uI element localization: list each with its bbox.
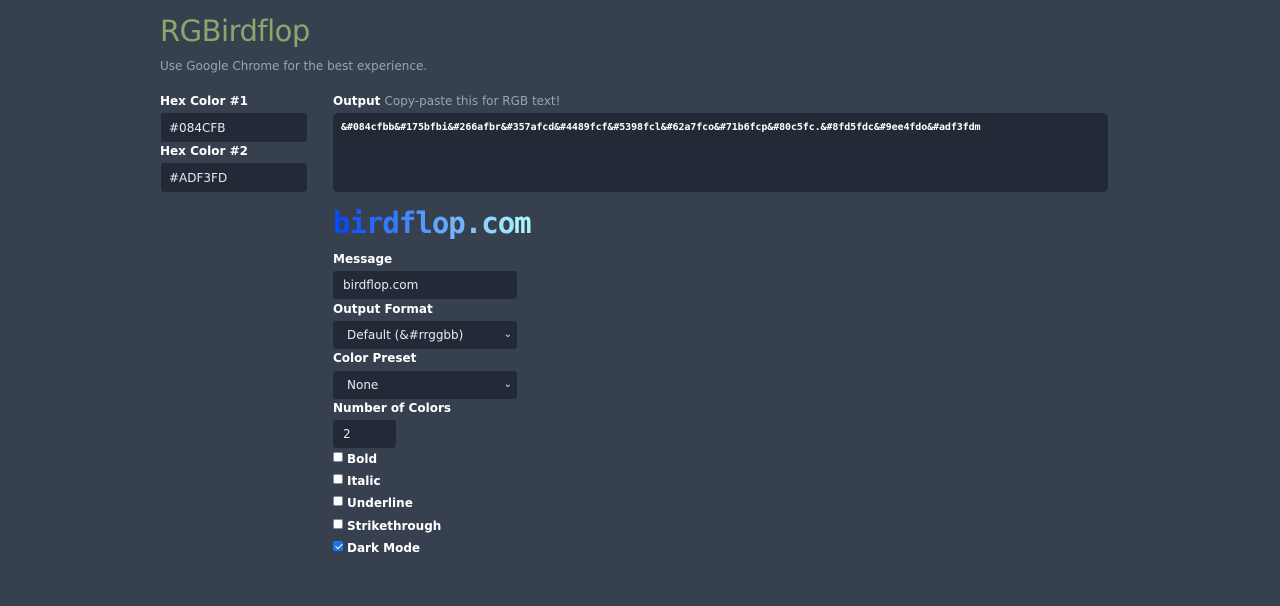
- underline-checkbox[interactable]: [333, 496, 343, 506]
- preview-char: d: [382, 206, 399, 240]
- number-of-colors-label: Number of Colors: [333, 401, 452, 415]
- chevron-down-icon: ⌄: [503, 329, 512, 340]
- page: RGBirdflop Use Google Chrome for the bes…: [0, 0, 1280, 606]
- output-format-value: Default (&#rrggbb): [347, 328, 464, 342]
- gradient-preview: birdflop.com: [333, 205, 532, 241]
- hex-color-2-input[interactable]: [161, 163, 307, 192]
- underline-label: Underline: [347, 496, 413, 510]
- output-textarea[interactable]: &#084cfbb&#175bfbi&#266afbr&#357afcd&#44…: [333, 113, 1108, 192]
- preview-char: o: [497, 206, 515, 240]
- preview-char: r: [365, 206, 383, 240]
- color-preset-label: Color Preset: [333, 351, 417, 365]
- hex-color-2-label: Hex Color #2: [160, 144, 249, 158]
- bold-checkbox[interactable]: [333, 452, 343, 462]
- preview-char: i: [349, 206, 366, 240]
- output-label: Output Copy-paste this for RGB text!: [333, 94, 560, 108]
- hex-color-1-input[interactable]: [161, 113, 307, 142]
- output-label-text: Output: [333, 94, 381, 108]
- message-input[interactable]: [333, 271, 517, 299]
- dark-mode-option: Dark Mode: [333, 541, 420, 555]
- preview-char: f: [398, 206, 416, 240]
- preview-char: b: [333, 206, 350, 240]
- output-format-label: Output Format: [333, 302, 433, 316]
- strikethrough-label: Strikethrough: [347, 519, 442, 533]
- number-of-colors-input[interactable]: 2: [333, 420, 396, 448]
- italic-checkbox[interactable]: [333, 474, 343, 484]
- hex-color-1-field: [160, 113, 307, 142]
- strikethrough-checkbox[interactable]: [333, 519, 343, 529]
- hex-color-1-label: Hex Color #1: [160, 94, 249, 108]
- preview-char: p: [448, 206, 465, 240]
- bold-option: Bold: [333, 452, 377, 466]
- preview-char: c: [481, 206, 498, 240]
- dark-mode-label: Dark Mode: [347, 541, 421, 555]
- bold-label: Bold: [347, 452, 378, 466]
- preview-char: o: [431, 206, 449, 240]
- app-subtitle: Use Google Chrome for the best experienc…: [160, 59, 428, 73]
- preview-char: m: [514, 206, 531, 240]
- output-hint: Copy-paste this for RGB text!: [384, 94, 561, 108]
- color-preset-value: None: [347, 378, 379, 392]
- message-label: Message: [333, 252, 393, 266]
- italic-label: Italic: [347, 474, 381, 488]
- dark-mode-checkbox[interactable]: [333, 541, 343, 551]
- hex-color-2-field: [160, 163, 307, 192]
- italic-option: Italic: [333, 474, 381, 488]
- color-preset-select[interactable]: None ⌄: [333, 371, 517, 399]
- output-format-select[interactable]: Default (&#rrggbb) ⌄: [333, 321, 517, 349]
- strikethrough-option: Strikethrough: [333, 519, 441, 533]
- chevron-down-icon: ⌄: [503, 379, 512, 390]
- underline-option: Underline: [333, 496, 413, 510]
- preview-char: l: [415, 206, 432, 240]
- app-title: RGBirdflop: [160, 14, 310, 48]
- preview-char: .: [464, 206, 482, 240]
